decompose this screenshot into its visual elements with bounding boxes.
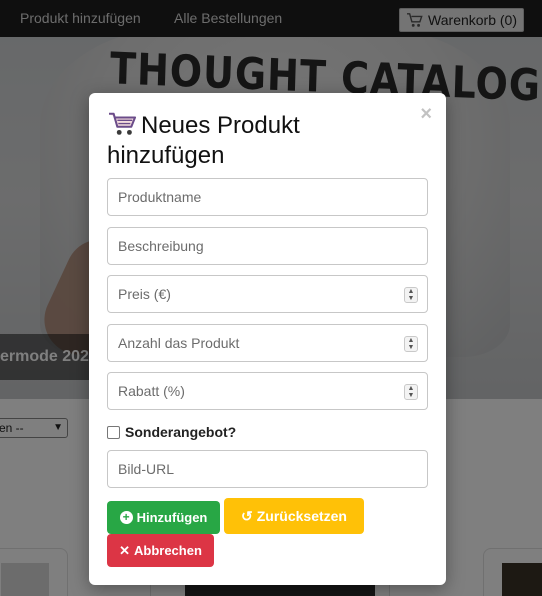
image-url-input[interactable]: [108, 451, 427, 487]
spinner-icon[interactable]: ▲ ▼: [404, 336, 418, 352]
close-icon[interactable]: ×: [420, 103, 432, 126]
discount-input[interactable]: [108, 373, 427, 409]
image-url-field[interactable]: [107, 450, 428, 488]
modal-title: Neues Produkt hinzufügen: [107, 111, 407, 171]
price-field[interactable]: ▲▼: [107, 275, 428, 313]
x-icon: ✕: [119, 542, 130, 558]
add-button[interactable]: + Hinzufügen: [107, 501, 220, 534]
special-offer-row[interactable]: Sonderangebot?: [107, 424, 236, 440]
reset-button-label: Zurücksetzen: [256, 508, 347, 524]
quantity-field[interactable]: ▲▼: [107, 324, 428, 362]
description-input[interactable]: [108, 228, 427, 264]
special-offer-checkbox[interactable]: [107, 425, 120, 439]
special-offer-label: Sonderangebot?: [125, 424, 237, 440]
reset-button[interactable]: ↺ Zurücksetzen: [224, 498, 364, 534]
cancel-button-label: Abbrechen: [134, 543, 202, 558]
discount-field[interactable]: ▲▼: [107, 372, 428, 410]
reset-icon: ↺: [241, 507, 253, 524]
product-name-input[interactable]: [108, 179, 427, 215]
add-button-label: Hinzufügen: [136, 510, 208, 525]
quantity-input[interactable]: [108, 325, 427, 361]
spinner-icon[interactable]: ▲ ▼: [404, 384, 418, 400]
product-name-field[interactable]: [107, 178, 428, 216]
add-product-modal: × Neues Produkt hinzufügen ▲▼ ▲▼ ▲▼ Sond…: [89, 93, 446, 585]
description-field[interactable]: [107, 227, 428, 265]
cancel-button[interactable]: ✕ Abbrechen: [107, 534, 214, 567]
plus-circle-icon: +: [119, 511, 133, 524]
price-input[interactable]: [108, 276, 427, 312]
cart-icon: [109, 112, 137, 135]
spinner-icon[interactable]: ▲ ▼: [404, 287, 418, 303]
